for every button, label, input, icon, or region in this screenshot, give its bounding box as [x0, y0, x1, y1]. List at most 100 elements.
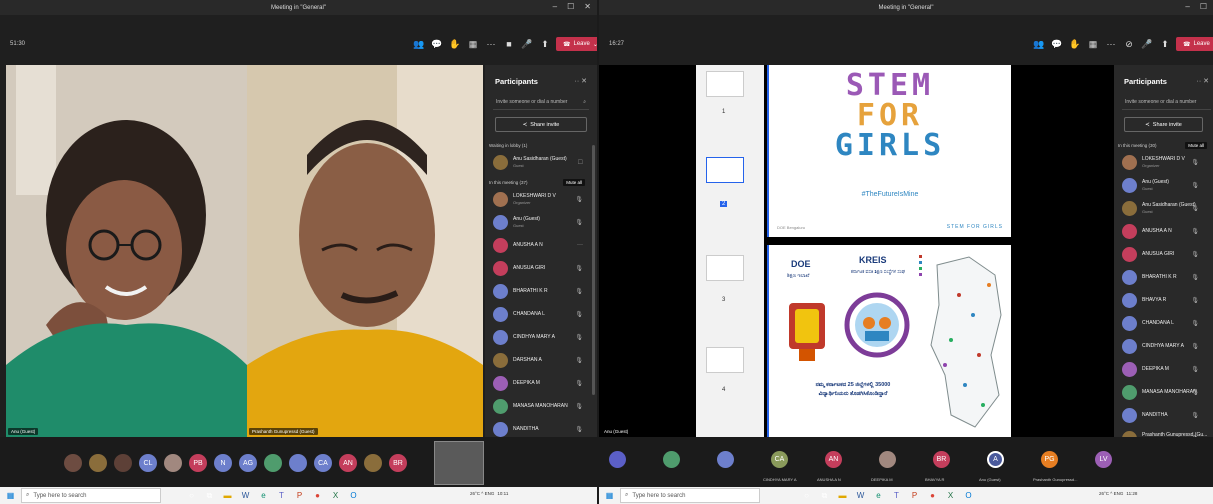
more-options-icon[interactable]: ··· — [484, 36, 498, 52]
participant-row[interactable]: MANASA MANOHARAN 🎙 — [489, 395, 593, 418]
participant-row[interactable]: BHARATHI K R 🎙 — [1118, 266, 1209, 289]
participant-row[interactable]: CINDHYA MARY A 🎙 — [489, 326, 593, 349]
participants-icon[interactable]: 👥 — [412, 36, 426, 52]
rooms-icon[interactable]: ▦ — [1086, 36, 1100, 52]
mic-status-icon[interactable]: 🎙 — [1191, 297, 1199, 304]
mic-icon[interactable]: 🎤 — [520, 36, 534, 52]
participant-avatar[interactable] — [609, 451, 626, 468]
participant-avatar[interactable]: LV — [1095, 451, 1112, 468]
teams-icon[interactable]: T — [890, 489, 903, 502]
mic-status-icon[interactable]: 🎙 — [1191, 412, 1199, 419]
slide-thumbnail[interactable] — [706, 347, 744, 373]
participant-avatar[interactable] — [64, 454, 82, 472]
close-icon[interactable]: ✕ — [581, 78, 587, 85]
minimize-icon[interactable]: – — [553, 2, 557, 11]
mic-status-icon[interactable]: 🎙 — [575, 357, 583, 364]
mic-status-icon[interactable]: 🎙 — [575, 334, 583, 341]
invite-input[interactable]: Invite someone or dial a number — [1122, 95, 1211, 110]
windows-start-icon[interactable]: ▦ — [4, 489, 17, 502]
edge-icon[interactable]: e — [872, 489, 885, 502]
outlook-icon[interactable]: O — [347, 489, 360, 502]
slide-thumbnail[interactable] — [706, 255, 744, 281]
participant-row[interactable]: Anu Sasidharan (Guest) Guest 🎙 — [1118, 197, 1209, 220]
participant-row[interactable]: ANUSUA GIRI 🎙 — [489, 257, 593, 280]
mute-all-button[interactable]: Mute all — [563, 178, 585, 186]
participant-avatar[interactable] — [114, 454, 132, 472]
file-explorer-icon[interactable]: ▬ — [221, 489, 234, 502]
chat-icon[interactable]: 💬 — [1050, 36, 1064, 52]
edge-icon[interactable]: e — [257, 489, 270, 502]
mute-all-button[interactable]: Mute all — [1185, 141, 1207, 149]
excel-icon[interactable]: X — [329, 489, 342, 502]
teams-icon[interactable]: T — [275, 489, 288, 502]
more-options-icon[interactable]: ··· — [1104, 36, 1118, 52]
raise-hand-icon[interactable]: ✋ — [448, 36, 462, 52]
invite-input[interactable]: Invite someone or dial a number ⌕ — [493, 95, 589, 110]
mic-status-icon[interactable]: ··· — [577, 242, 583, 248]
participant-row[interactable]: ANUSUA GIRI 🎙 — [1118, 243, 1209, 266]
mic-status-icon[interactable]: 🎙 — [575, 196, 583, 203]
mic-status-icon[interactable]: 🎙 — [1191, 274, 1199, 281]
more-options-icon[interactable]: ·· — [575, 78, 580, 85]
mic-status-icon[interactable]: 🎙 — [1191, 228, 1199, 235]
maximize-icon[interactable]: ☐ — [1200, 2, 1207, 11]
self-video-preview[interactable] — [434, 441, 484, 485]
participant-row[interactable]: DEEPIKA M 🎙 — [1118, 358, 1209, 381]
cortana-icon[interactable]: ○ — [800, 489, 813, 502]
participant-avatar[interactable]: N — [214, 454, 232, 472]
participant-row[interactable]: ANUSHA A N 🎙 — [1118, 220, 1209, 243]
mic-status-icon[interactable]: 🎙 — [575, 380, 583, 387]
clock[interactable]: 11:28 — [1126, 491, 1137, 496]
minimize-icon[interactable]: – — [1185, 2, 1189, 11]
participant-row[interactable]: NANDITHA 🎙 — [1118, 404, 1209, 427]
taskbar-search-input[interactable]: ⌕ Type here to search — [620, 488, 760, 503]
section-header-in-meeting[interactable]: In this meeting (37) Mute all — [489, 176, 593, 188]
participant-avatar[interactable] — [364, 454, 382, 472]
file-explorer-icon[interactable]: ▬ — [836, 489, 849, 502]
participant-avatar[interactable]: A — [987, 451, 1004, 468]
task-view-icon[interactable]: ⧉ — [203, 489, 216, 502]
cortana-icon[interactable]: ○ — [185, 489, 198, 502]
participant-row[interactable]: BHAVYA R 🎙 — [1118, 289, 1209, 312]
share-screen-icon[interactable]: ⬆ — [538, 36, 552, 52]
participant-row[interactable]: MANASA MANOHARAN 🎙 — [1118, 381, 1209, 404]
participant-avatar[interactable] — [879, 451, 896, 468]
outlook-icon[interactable]: O — [962, 489, 975, 502]
participant-avatar[interactable]: CL — [139, 454, 157, 472]
share-screen-icon[interactable]: ⬆ — [1158, 36, 1172, 52]
slide-thumbnail-selected[interactable] — [706, 157, 744, 183]
leave-button[interactable]: ☎ Leave ⌄ — [556, 37, 597, 51]
participant-row[interactable]: Anu Sasidharan (Guest) Guest ☐ — [489, 151, 593, 174]
participant-avatar[interactable]: AG — [239, 454, 257, 472]
video-tile-anu[interactable]: Anu (Guest) — [6, 65, 247, 437]
participant-avatar[interactable]: BR — [933, 451, 950, 468]
participant-row[interactable]: BHARATHI K R 🎙 — [489, 280, 593, 303]
admit-icon[interactable]: ☐ — [578, 159, 583, 166]
participant-avatar[interactable] — [264, 454, 282, 472]
camera-icon[interactable]: ■ — [502, 36, 516, 52]
video-tile-prashanth[interactable]: Prashanth Gunupressd (Guest) — [247, 65, 483, 437]
participant-avatar[interactable]: AN — [825, 451, 842, 468]
more-options-icon[interactable]: ·· — [1197, 78, 1202, 85]
participant-row[interactable]: DARSHAN A 🎙 — [489, 349, 593, 372]
slide-thumbnail[interactable] — [706, 71, 744, 97]
chrome-icon[interactable]: ● — [926, 489, 939, 502]
section-header-in-meeting[interactable]: In this meeting (30) Mute all — [1118, 139, 1209, 151]
participant-row[interactable]: DEEPIKA M 🎙 — [489, 372, 593, 395]
mic-status-icon[interactable]: 🎙 — [1191, 251, 1199, 258]
maximize-icon[interactable]: ☐ — [567, 2, 574, 11]
mic-status-icon[interactable]: 🎙 — [575, 265, 583, 272]
mic-status-icon[interactable]: 🎙 — [575, 403, 583, 410]
chat-icon[interactable]: 💬 — [430, 36, 444, 52]
scrollbar[interactable] — [592, 145, 595, 395]
task-view-icon[interactable]: ⧉ — [818, 489, 831, 502]
windows-start-icon[interactable]: ▦ — [603, 489, 616, 502]
mic-status-icon[interactable]: 🎙 — [575, 288, 583, 295]
mic-status-icon[interactable]: 🎙 — [1191, 182, 1199, 189]
participant-row[interactable]: Anu (Guest) Guest 🎙 — [1118, 174, 1209, 197]
clock[interactable]: 10:11 — [497, 491, 508, 496]
participant-avatar[interactable]: PG — [1041, 451, 1058, 468]
close-icon[interactable]: ✕ — [584, 2, 591, 11]
participant-row[interactable]: LOKESHWARI D V Organizer 🎙 — [1118, 151, 1209, 174]
excel-icon[interactable]: X — [944, 489, 957, 502]
